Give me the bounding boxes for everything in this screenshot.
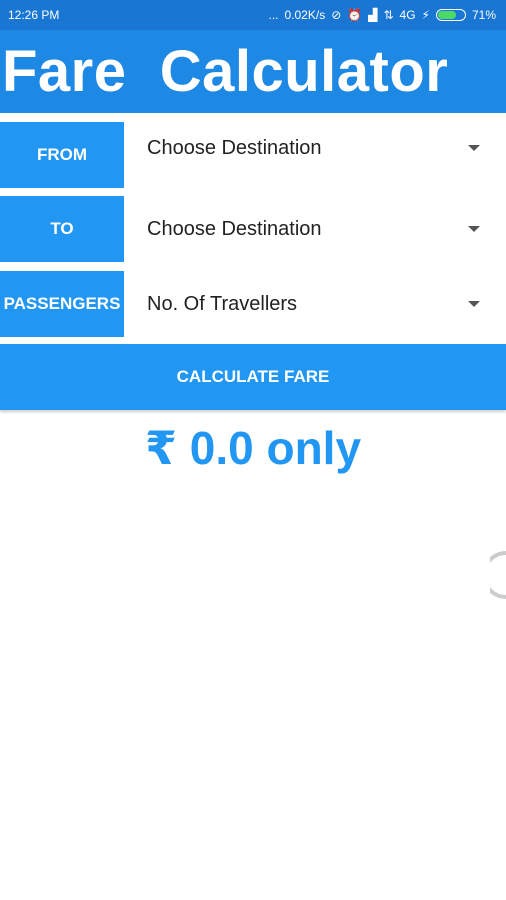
status-time: 12:26 PM bbox=[8, 8, 60, 22]
charging-icon: ⚡ bbox=[421, 8, 430, 22]
from-spinner-value: Choose Destination bbox=[147, 136, 322, 159]
battery-level bbox=[437, 11, 456, 19]
app-header: Fare Calculator bbox=[0, 30, 506, 113]
dropdown-arrow-icon bbox=[468, 226, 480, 232]
to-label: TO bbox=[0, 196, 124, 262]
signal-icon: ▟ bbox=[368, 8, 378, 22]
passengers-spinner[interactable]: No. Of Travellers bbox=[147, 284, 492, 324]
app-title: Fare Calculator bbox=[2, 39, 449, 104]
from-label: FROM bbox=[0, 122, 124, 188]
passengers-spinner-value: No. Of Travellers bbox=[147, 292, 298, 315]
dropdown-arrow-icon bbox=[468, 145, 480, 151]
status-bar: 12:26 PM ... 0.02K/s ⊘ ⏰ ▟ ⇅ 4G ⚡ 71% bbox=[0, 0, 506, 30]
more-dots-icon: ... bbox=[268, 8, 279, 22]
network-speed: 0.02K/s bbox=[284, 8, 326, 22]
calculate-fare-button[interactable]: CALCULATE FARE bbox=[0, 344, 506, 410]
from-spinner[interactable]: Choose Destination bbox=[147, 128, 492, 168]
battery-icon bbox=[435, 9, 466, 21]
data-arrows-icon: ⇅ bbox=[383, 8, 394, 22]
to-spinner-value: Choose Destination bbox=[147, 217, 322, 240]
loading-spinner-icon bbox=[490, 551, 506, 599]
dropdown-arrow-icon bbox=[468, 301, 480, 307]
battery-percent: 71% bbox=[471, 8, 496, 22]
to-spinner[interactable]: Choose Destination bbox=[147, 209, 492, 249]
passengers-label: PASSENGERS bbox=[0, 271, 124, 337]
status-icons: ... 0.02K/s ⊘ ⏰ ▟ ⇅ 4G ⚡ 71% bbox=[268, 8, 496, 22]
alarm-icon: ⏰ bbox=[347, 8, 363, 22]
sync-off-icon: ⊘ bbox=[331, 8, 342, 22]
network-type: 4G bbox=[399, 8, 416, 22]
fare-result: ₹ 0.0 only bbox=[144, 422, 362, 474]
